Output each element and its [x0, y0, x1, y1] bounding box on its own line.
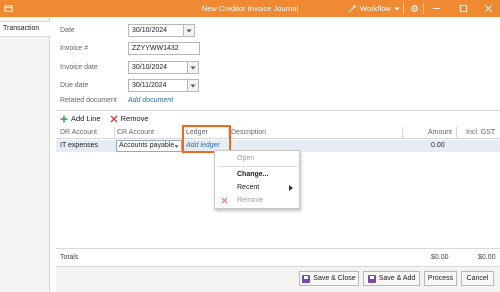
column-dr-account[interactable]: DR Account	[60, 129, 97, 136]
chevron-down-icon	[174, 145, 179, 148]
menu-item-recent[interactable]: Recent	[237, 184, 259, 191]
column-amount[interactable]: Amount	[428, 129, 452, 136]
ledger-highlight-box	[182, 125, 231, 153]
totals-row: Totals $0.00 $0.00	[56, 248, 500, 265]
due-date-label: Due date	[60, 82, 89, 89]
plus-icon	[60, 115, 68, 122]
save-close-label: Save & Close	[313, 275, 356, 282]
workflow-label: Workflow	[360, 4, 391, 13]
date-field[interactable]: 30/10/2024	[128, 24, 184, 37]
title-separator	[403, 3, 404, 14]
related-document-label: Related document	[60, 97, 117, 104]
due-date-field[interactable]: 30/11/2024	[128, 79, 188, 92]
window-title: New Creditor Invoice Journal	[201, 4, 299, 13]
process-label: Process	[427, 275, 454, 282]
cancel-button[interactable]: Cancel	[461, 271, 494, 286]
invoice-number-label: Invoice #	[60, 45, 89, 52]
tab-transaction[interactable]: Transaction	[0, 21, 51, 37]
dr-account-cell[interactable]: IT expenses	[60, 142, 98, 149]
column-divider	[114, 127, 115, 139]
minimize-button[interactable]	[428, 2, 444, 15]
submenu-arrow-icon	[289, 185, 293, 191]
save-add-button[interactable]: Save & Add	[363, 271, 420, 286]
column-description[interactable]: Description	[231, 129, 266, 136]
settings-button[interactable]	[406, 2, 422, 15]
menu-item-change[interactable]: Change...	[237, 171, 269, 178]
chevron-down-icon	[186, 29, 192, 32]
invoice-date-dropdown-button[interactable]	[188, 61, 199, 74]
grid-header: DR Account CR Account Ledger Description…	[56, 127, 500, 139]
chevron-down-icon	[190, 66, 196, 69]
column-incl-gst[interactable]: Incl. GST	[466, 129, 495, 136]
save-close-button[interactable]: Save & Close	[299, 271, 359, 286]
menu-divider	[218, 166, 298, 167]
save-icon	[302, 274, 311, 283]
remove-icon	[221, 197, 228, 204]
due-date-dropdown-button[interactable]	[188, 79, 199, 92]
amount-cell[interactable]: 0.00	[431, 142, 445, 149]
cr-account-select[interactable]: Accounts payable	[116, 140, 182, 152]
close-button[interactable]	[480, 2, 496, 15]
maximize-icon	[459, 4, 467, 13]
add-line-label: Add Line	[71, 114, 101, 123]
totals-incl-gst: $0.00	[478, 254, 496, 261]
menu-item-open[interactable]: Open	[237, 155, 254, 162]
maximize-button[interactable]	[455, 2, 471, 15]
add-document-link[interactable]: Add document	[128, 97, 173, 104]
minimize-icon	[432, 8, 440, 9]
totals-label: Totals	[60, 254, 79, 261]
date-dropdown-button[interactable]	[184, 24, 195, 37]
side-tabs: Transaction	[0, 17, 51, 292]
process-button[interactable]: Process	[424, 271, 457, 286]
chevron-down-icon	[394, 7, 400, 10]
remove-line-label: Remove	[120, 114, 149, 123]
workflow-button[interactable]: Workflow	[344, 2, 404, 15]
chevron-down-icon	[190, 84, 196, 87]
column-cr-account[interactable]: CR Account	[117, 129, 154, 136]
save-icon	[367, 274, 376, 283]
invoice-date-field[interactable]: 30/10/2024	[128, 61, 188, 74]
grid-toolbar: Add Line Remove	[60, 114, 149, 123]
invoice-number-field[interactable]: ZZYYWW1432	[128, 42, 200, 55]
cr-account-value: Accounts payable	[119, 142, 175, 149]
close-icon	[484, 5, 492, 12]
title-bar: New Creditor Invoice Journal Workflow	[0, 0, 500, 17]
totals-amount: $0.00	[431, 254, 449, 261]
date-label: Date	[60, 27, 75, 34]
column-divider	[402, 127, 403, 139]
add-line-button[interactable]: Add Line	[60, 114, 101, 123]
cancel-label: Cancel	[466, 275, 489, 282]
title-separator	[423, 3, 424, 14]
remove-line-button[interactable]: Remove	[110, 114, 149, 123]
invoice-date-label: Invoice date	[60, 64, 98, 71]
context-menu: Open Change... Recent Remove	[214, 150, 300, 209]
menu-item-remove[interactable]: Remove	[237, 197, 263, 204]
save-add-label: Save & Add	[378, 275, 416, 282]
column-divider	[456, 127, 457, 139]
gear-icon	[410, 5, 418, 12]
workflow-icon	[348, 5, 356, 13]
remove-icon	[110, 115, 118, 122]
